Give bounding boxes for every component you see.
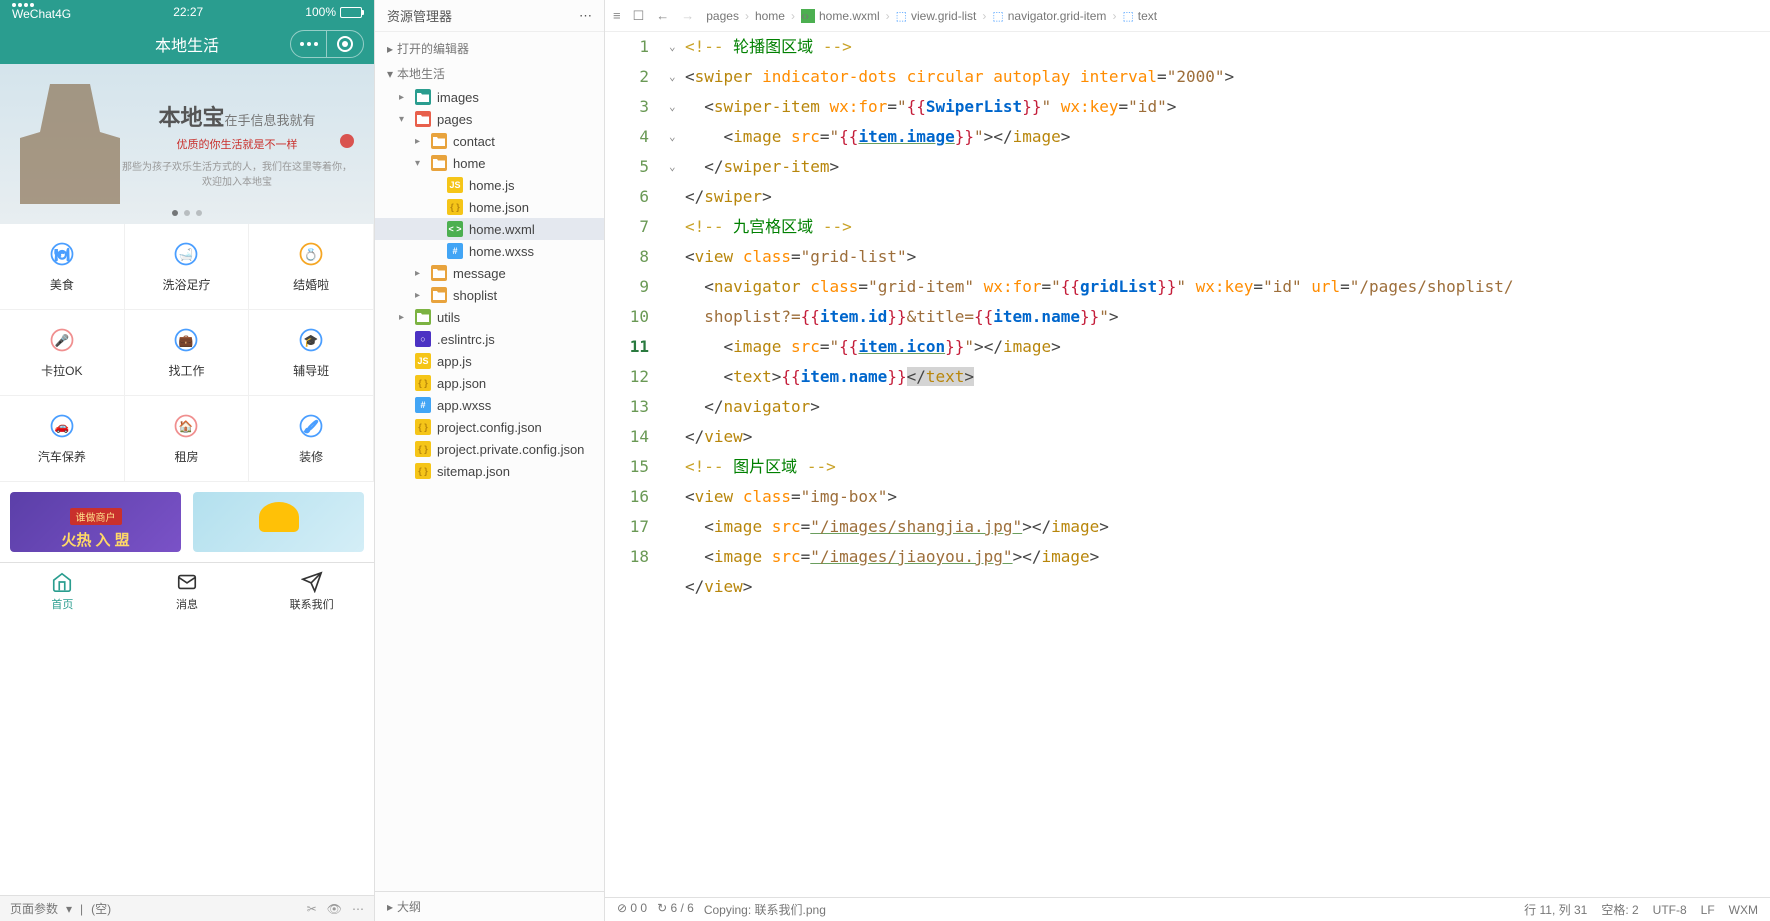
tabbar-item-1[interactable]: 消息: [125, 563, 250, 618]
svg-text:💼: 💼: [179, 335, 194, 348]
tab-bar: 首页消息联系我们: [0, 562, 374, 618]
editor-area: ≡ ☐ ← → pages›home›‹›home.wxml›⬚view.gri…: [605, 0, 1770, 921]
tree-item-home.wxss[interactable]: #home.wxss: [375, 240, 604, 262]
svg-text:🏠: 🏠: [179, 420, 194, 434]
grid-item-1[interactable]: 🛁洗浴足疗: [125, 224, 250, 310]
outline-section[interactable]: ▸大纲: [375, 891, 604, 921]
grid-item-3[interactable]: 🎤卡拉OK: [0, 310, 125, 396]
more-icon[interactable]: ⋯: [352, 902, 364, 916]
promo-image-1[interactable]: 谁做商户 火热 入 盟: [10, 492, 181, 552]
tree-item-sitemap.json[interactable]: { }sitemap.json: [375, 460, 604, 482]
tree-item-pages[interactable]: ▾pages: [375, 108, 604, 130]
img-box: 谁做商户 火热 入 盟: [0, 482, 374, 562]
status-progress[interactable]: ↻ 6 / 6: [657, 901, 694, 918]
breadcrumb-item-4[interactable]: ⬚navigator.grid-item: [992, 9, 1106, 23]
open-editors-section[interactable]: ▸打开的编辑器: [375, 36, 604, 61]
grid-item-6[interactable]: 🚗汽车保养: [0, 396, 125, 482]
status-lang[interactable]: WXM: [1729, 903, 1758, 917]
nav-forward-icon[interactable]: →: [681, 8, 694, 23]
grid-item-2[interactable]: 💍结婚啦: [249, 224, 374, 310]
tree-item-app.wxss[interactable]: #app.wxss: [375, 394, 604, 416]
menu-icon[interactable]: ≡: [613, 8, 621, 23]
swiper-image: [20, 84, 120, 204]
status-encoding[interactable]: UTF-8: [1653, 903, 1687, 917]
capsule-buttons[interactable]: [290, 30, 364, 58]
breadcrumb-item-3[interactable]: ⬚view.grid-list: [896, 9, 977, 23]
status-eol[interactable]: LF: [1701, 903, 1715, 917]
bookmark-icon[interactable]: ☐: [633, 8, 645, 24]
capsule-close-icon[interactable]: [327, 31, 363, 57]
explorer-title: 资源管理器: [387, 6, 452, 25]
sim-time: 22:27: [173, 5, 203, 19]
tree-item-project.private.config.json[interactable]: { }project.private.config.json: [375, 438, 604, 460]
tree-item-utils[interactable]: ▸utils: [375, 306, 604, 328]
tree-item-.eslintrc.js[interactable]: ○.eslintrc.js: [375, 328, 604, 350]
grid-item-8[interactable]: 🖌装修: [249, 396, 374, 482]
simulator-panel: WeChat4G 22:27 100% 本地生活 本地宝在手信息我就有 优质的你…: [0, 0, 375, 921]
project-section[interactable]: ▾本地生活: [375, 61, 604, 86]
breadcrumb-item-5[interactable]: ⬚text: [1122, 9, 1157, 23]
svg-text:🎤: 🎤: [55, 334, 70, 348]
tree-item-shoplist[interactable]: ▸shoplist: [375, 284, 604, 306]
tabbar-item-0[interactable]: 首页: [0, 563, 125, 618]
status-bar: ⊘ 0 0 ↻ 6 / 6 Copying: 联系我们.png 行 11, 列 …: [605, 897, 1770, 921]
tree-item-project.config.json[interactable]: { }project.config.json: [375, 416, 604, 438]
svg-text:🛁: 🛁: [179, 248, 194, 262]
svg-text:🍽: 🍽: [54, 249, 69, 262]
grid-item-0[interactable]: 🍽美食: [0, 224, 125, 310]
sim-status-bar: WeChat4G 22:27 100%: [0, 0, 374, 24]
status-problems[interactable]: ⊘ 0 0: [617, 901, 647, 918]
explorer-panel: 资源管理器 ⋯ ▸打开的编辑器 ▾本地生活 ▸images▾pages▸cont…: [375, 0, 605, 921]
grid-item-7[interactable]: 🏠租房: [125, 396, 250, 482]
breadcrumb-item-2[interactable]: ‹›home.wxml: [801, 9, 880, 23]
explorer-more-icon[interactable]: ⋯: [579, 8, 592, 24]
svg-text:🚗: 🚗: [55, 421, 70, 434]
breadcrumb[interactable]: pages›home›‹›home.wxml›⬚view.grid-list›⬚…: [706, 9, 1157, 23]
breadcrumb-item-0[interactable]: pages: [706, 9, 739, 23]
tree-item-app.js[interactable]: JSapp.js: [375, 350, 604, 372]
sim-nav-bar: 本地生活: [0, 24, 374, 64]
tree-item-home.wxml[interactable]: < >home.wxml: [375, 218, 604, 240]
tabbar-item-2[interactable]: 联系我们: [249, 563, 374, 618]
tree-item-home.js[interactable]: JShome.js: [375, 174, 604, 196]
status-position[interactable]: 行 11, 列 31: [1524, 901, 1587, 918]
grid-item-4[interactable]: 💼找工作: [125, 310, 250, 396]
tree-item-message[interactable]: ▸message: [375, 262, 604, 284]
simulator-footer: 页面参数▾| (空) ✂ 👁 ⋯: [0, 895, 374, 921]
promo-image-2[interactable]: [193, 492, 364, 552]
editor-tab-bar: ≡ ☐ ← → pages›home›‹›home.wxml›⬚view.gri…: [605, 0, 1770, 32]
sim-title: 本地生活: [155, 32, 219, 56]
nav-back-icon[interactable]: ←: [656, 8, 669, 23]
tree-item-app.json[interactable]: { }app.json: [375, 372, 604, 394]
capsule-menu-icon[interactable]: [291, 31, 327, 57]
tree-item-contact[interactable]: ▸contact: [375, 130, 604, 152]
tree-item-home.json[interactable]: { }home.json: [375, 196, 604, 218]
swiper[interactable]: 本地宝在手信息我就有 优质的你生活就是不一样 那些为孩子欢乐生活方式的人，我们在…: [0, 64, 374, 224]
status-copying: Copying: 联系我们.png: [704, 901, 826, 918]
status-spaces[interactable]: 空格: 2: [1601, 901, 1638, 918]
cut-icon[interactable]: ✂: [307, 902, 317, 916]
tree-item-images[interactable]: ▸images: [375, 86, 604, 108]
svg-text:💍: 💍: [304, 248, 319, 262]
eye-icon[interactable]: 👁: [327, 902, 342, 916]
grid-list: 🍽美食🛁洗浴足疗💍结婚啦 🎤卡拉OK💼找工作🎓辅导班 🚗汽车保养🏠租房🖌装修: [0, 224, 374, 482]
code-editor[interactable]: 123456789101112131415161718 ⌄⌄⌄⌄⌄ <!-- 轮…: [605, 32, 1770, 897]
grid-item-5[interactable]: 🎓辅导班: [249, 310, 374, 396]
svg-text:🖌: 🖌: [304, 421, 319, 434]
tree-item-home[interactable]: ▾home: [375, 152, 604, 174]
breadcrumb-item-1[interactable]: home: [755, 9, 785, 23]
svg-text:🎓: 🎓: [304, 335, 319, 348]
